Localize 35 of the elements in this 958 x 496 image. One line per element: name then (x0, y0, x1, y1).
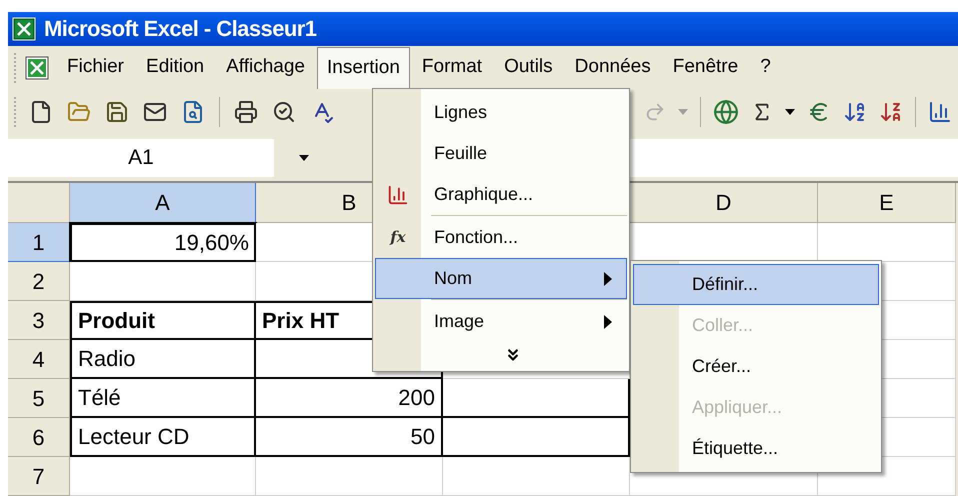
menu-option[interactable]: Feuille (375, 133, 627, 174)
menu-option[interactable]: Créer... (633, 346, 879, 387)
row-header[interactable]: 5 (8, 379, 70, 418)
menu-item[interactable]: Fenêtre (662, 46, 748, 89)
table-cell[interactable]: Lecteur CD (70, 418, 256, 457)
row-header[interactable]: 1 (8, 223, 70, 262)
menu-option[interactable]: Définir... (633, 264, 879, 305)
row-header[interactable]: 2 (8, 262, 70, 301)
table-cell[interactable]: 200 (256, 379, 443, 418)
menu-item[interactable]: Insertion (317, 46, 410, 89)
row-header[interactable]: 6 (8, 418, 70, 457)
row-header[interactable]: 7 (8, 457, 70, 496)
menu-option[interactable]: Nom (375, 258, 627, 299)
column-header[interactable]: D (630, 183, 818, 223)
menu-item[interactable]: Affichage (216, 46, 316, 89)
table-cell[interactable]: 50 (256, 418, 443, 457)
row-header[interactable]: 3 (8, 301, 70, 340)
column-header[interactable]: A (70, 183, 256, 223)
menu-option[interactable]: Étiquette... (633, 428, 879, 469)
table-cell[interactable]: Produit (70, 301, 256, 340)
name-box[interactable]: A1 (8, 139, 274, 178)
window-title: Microsoft Excel - Classeur1 (44, 15, 316, 44)
menu-item[interactable]: Format (412, 46, 492, 89)
menu-item[interactable]: Outils (494, 46, 563, 89)
function-icon: fx (390, 226, 406, 249)
menu-option[interactable]: Lignes (375, 92, 627, 133)
column-header[interactable]: E (818, 183, 956, 223)
row-header[interactable]: 4 (8, 340, 70, 379)
table-cell[interactable]: Radio (70, 340, 256, 379)
menu-item[interactable]: Fichier (57, 46, 134, 89)
table-cell[interactable]: 19,60% (70, 223, 256, 262)
table-cell[interactable]: Télé (70, 379, 256, 418)
menu-item[interactable]: Edition (136, 46, 214, 89)
menu-item[interactable]: Données (564, 46, 661, 89)
menu-item[interactable]: ? (750, 46, 781, 89)
